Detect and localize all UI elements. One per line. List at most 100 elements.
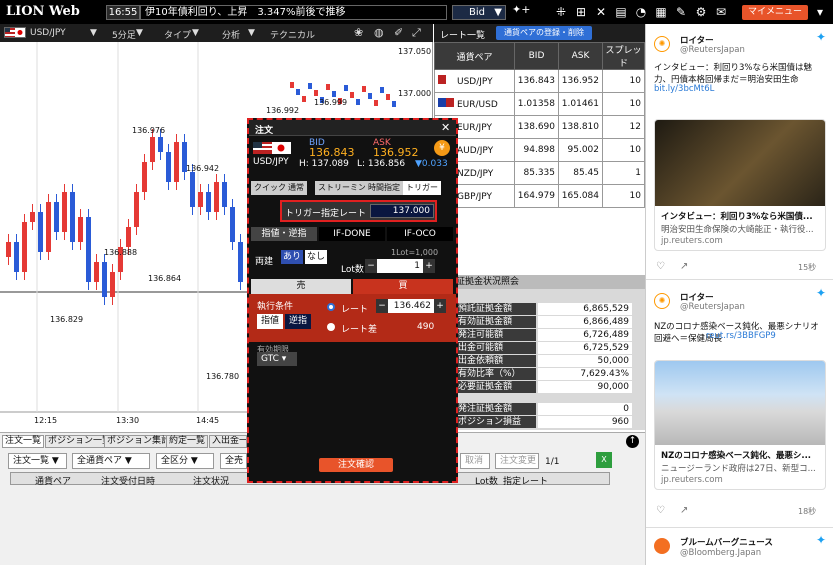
tweet3-author[interactable]: ブルームバーグニュース	[680, 536, 833, 548]
rate-row[interactable]: NZD/JPY 85.335 85.45 1	[434, 161, 645, 185]
ask-cell[interactable]: 85.45	[558, 161, 603, 185]
rate-row[interactable]: EUR/JPY 138.690 138.810 12	[434, 115, 645, 139]
tweet3-handle[interactable]: @Bloomberg.Japan	[680, 548, 833, 558]
pen-icon[interactable]: ✐	[394, 26, 403, 39]
settings-icon[interactable]: ◍	[374, 26, 384, 39]
mail-icon[interactable]: ✉	[714, 5, 728, 19]
rate-row[interactable]: EUR/USD 1.01358 1.01461 10	[434, 92, 645, 116]
expand-icon[interactable]: ⤢	[412, 26, 421, 40]
close-icon[interactable]: ✕	[441, 121, 450, 134]
ask-cell[interactable]: 165.084	[558, 184, 603, 208]
yen-icon[interactable]: ¥	[434, 140, 450, 156]
sell-toggle[interactable]: 売	[251, 279, 351, 294]
tweet1-card[interactable]: インタビュー：利回り3%なら米国債... 明治安田生命保険の大崎能正・執行役..…	[654, 119, 826, 251]
technical-button[interactable]: テクニカル	[270, 28, 315, 41]
tab-normal[interactable]: 通常	[285, 181, 307, 195]
chart-type-button[interactable]: タイプ	[164, 28, 191, 41]
subtab-limit-stop[interactable]: 指値・逆指	[251, 227, 317, 241]
kind-filter-select[interactable]: 全区分 ▼	[156, 453, 214, 469]
grid-icon[interactable]: ⁜	[554, 5, 568, 19]
gear-icon[interactable]: ⚙	[694, 5, 708, 19]
chart-pair-select[interactable]: USD/JPY	[30, 28, 66, 38]
order-confirm-button[interactable]: 注文確認	[319, 458, 393, 472]
rate-decrement-button[interactable]: −	[376, 299, 388, 313]
list-filter-select[interactable]: 注文一覧 ▼	[8, 453, 67, 469]
bid-cell[interactable]: 164.979	[514, 184, 559, 208]
ask-cell[interactable]: 95.002	[558, 138, 603, 162]
chevron-down-icon[interactable]: ▾	[813, 5, 827, 19]
limit-toggle[interactable]: 指値	[257, 314, 283, 329]
share-icon[interactable]: ↗	[680, 505, 688, 516]
subtab-if-done[interactable]: IF-DONE	[319, 227, 385, 241]
bid-cell[interactable]: 94.898	[514, 138, 559, 162]
tweet2-handle[interactable]: @ReutersJapan	[680, 302, 833, 312]
analysis-button[interactable]: 分析	[222, 28, 240, 41]
trigger-rate-input[interactable]: 137.000	[370, 204, 434, 218]
x-icon[interactable]: ✕	[594, 5, 608, 19]
tweet1-link[interactable]: bit.ly/3bcMt6L	[654, 84, 826, 94]
bloomberg-avatar[interactable]	[654, 538, 670, 554]
lot-input[interactable]: 1	[377, 259, 423, 273]
calendar-icon[interactable]: ▦	[654, 5, 668, 19]
pie-chart-icon[interactable]: ◔	[634, 5, 648, 19]
rate-row[interactable]: USD/JPY 136.843 136.952 10	[434, 69, 645, 93]
trade-filter-select[interactable]: 全売買	[220, 453, 247, 469]
share-icon[interactable]: ↗	[680, 261, 688, 272]
chevron-down-icon[interactable]: ▼	[90, 28, 97, 38]
chevron-down-icon[interactable]: ▼	[136, 28, 143, 38]
hedge-on-toggle[interactable]: あり	[281, 250, 303, 264]
tweet1-handle[interactable]: @ReutersJapan	[680, 45, 833, 55]
register-pairs-button[interactable]: 通貨ペアの登録・削除	[496, 26, 592, 40]
ask-cell[interactable]: 1.01461	[558, 92, 603, 116]
buy-toggle[interactable]: 買	[353, 279, 453, 294]
cancel-order-button[interactable]: 取消	[460, 453, 490, 469]
tab-deposit-list[interactable]: 入出金一覧	[209, 435, 247, 448]
lot-decrement-button[interactable]: −	[365, 259, 377, 273]
tab-order-list[interactable]: 注文一覧	[2, 435, 45, 448]
bid-ask-selector[interactable]: Bid ▼	[452, 5, 506, 20]
chevron-down-icon[interactable]: ▼	[192, 28, 199, 38]
tab-trigger[interactable]: トリガー	[403, 181, 441, 195]
stop-toggle[interactable]: 逆指	[285, 314, 311, 329]
expiry-select[interactable]: GTC ▾	[257, 352, 297, 366]
brush-icon[interactable]: ✎	[674, 5, 688, 19]
bid-cell[interactable]: 136.843	[514, 69, 559, 93]
bid-cell[interactable]: 85.335	[514, 161, 559, 185]
plus-icon[interactable]: ✦+	[512, 3, 548, 21]
heart-icon[interactable]: ♡	[656, 505, 665, 516]
rate-increment-button[interactable]: +	[434, 299, 446, 313]
reuters-avatar[interactable]: ✺	[654, 293, 670, 309]
tab-quick[interactable]: クイック	[251, 181, 289, 195]
hedge-off-toggle[interactable]: なし	[305, 250, 327, 264]
rate-diff-radio[interactable]	[327, 323, 335, 331]
tab-execution-list[interactable]: 約定一覧	[166, 435, 209, 448]
rate-row[interactable]: GBP/JPY 164.979 165.084 10	[434, 184, 645, 208]
ask-cell[interactable]: 136.952	[558, 69, 603, 93]
subtab-if-oco[interactable]: IF-OCO	[387, 227, 453, 241]
news-ticker[interactable]: 伊10年債利回り、上昇 3.347%前後で推移	[140, 5, 447, 20]
tab-position-summary[interactable]: ポジション集計	[104, 435, 174, 448]
split-icon[interactable]: ⊞	[574, 5, 588, 19]
tab-time-specified[interactable]: 時間指定	[365, 181, 403, 195]
change-order-button[interactable]: 注文変更	[495, 453, 539, 469]
reuters-avatar[interactable]: ✺	[654, 36, 670, 52]
rate-input[interactable]: 136.462	[388, 299, 434, 313]
scroll-top-icon[interactable]: ↑	[626, 435, 639, 448]
my-menu-button[interactable]: マイメニュー	[742, 5, 808, 20]
tab-rate-list[interactable]: レート一覧	[440, 28, 485, 41]
pair-filter-select[interactable]: 全通貨ペア ▼	[72, 453, 150, 469]
chevron-down-icon[interactable]: ▼	[248, 28, 255, 38]
bid-cell[interactable]: 1.01358	[514, 92, 559, 116]
interval-select[interactable]: 5分足	[112, 28, 136, 41]
ask-cell[interactable]: 138.810	[558, 115, 603, 139]
ask-price[interactable]: 136.952	[373, 146, 419, 159]
lot-increment-button[interactable]: +	[423, 259, 435, 273]
bid-cell[interactable]: 138.690	[514, 115, 559, 139]
excel-export-icon[interactable]: X	[596, 452, 612, 468]
heart-icon[interactable]: ♡	[656, 261, 665, 272]
tweet2-card[interactable]: NZのコロナ感染ベース鈍化、最悪シ... ニュージーランド政府は27日、新型コ.…	[654, 360, 826, 490]
rate-radio[interactable]	[327, 303, 335, 311]
news-icon[interactable]: ▤	[614, 5, 628, 19]
bid-price[interactable]: 136.843	[309, 146, 355, 159]
tweet2-link[interactable]: reut.rs/3BBFGP9	[706, 331, 833, 341]
